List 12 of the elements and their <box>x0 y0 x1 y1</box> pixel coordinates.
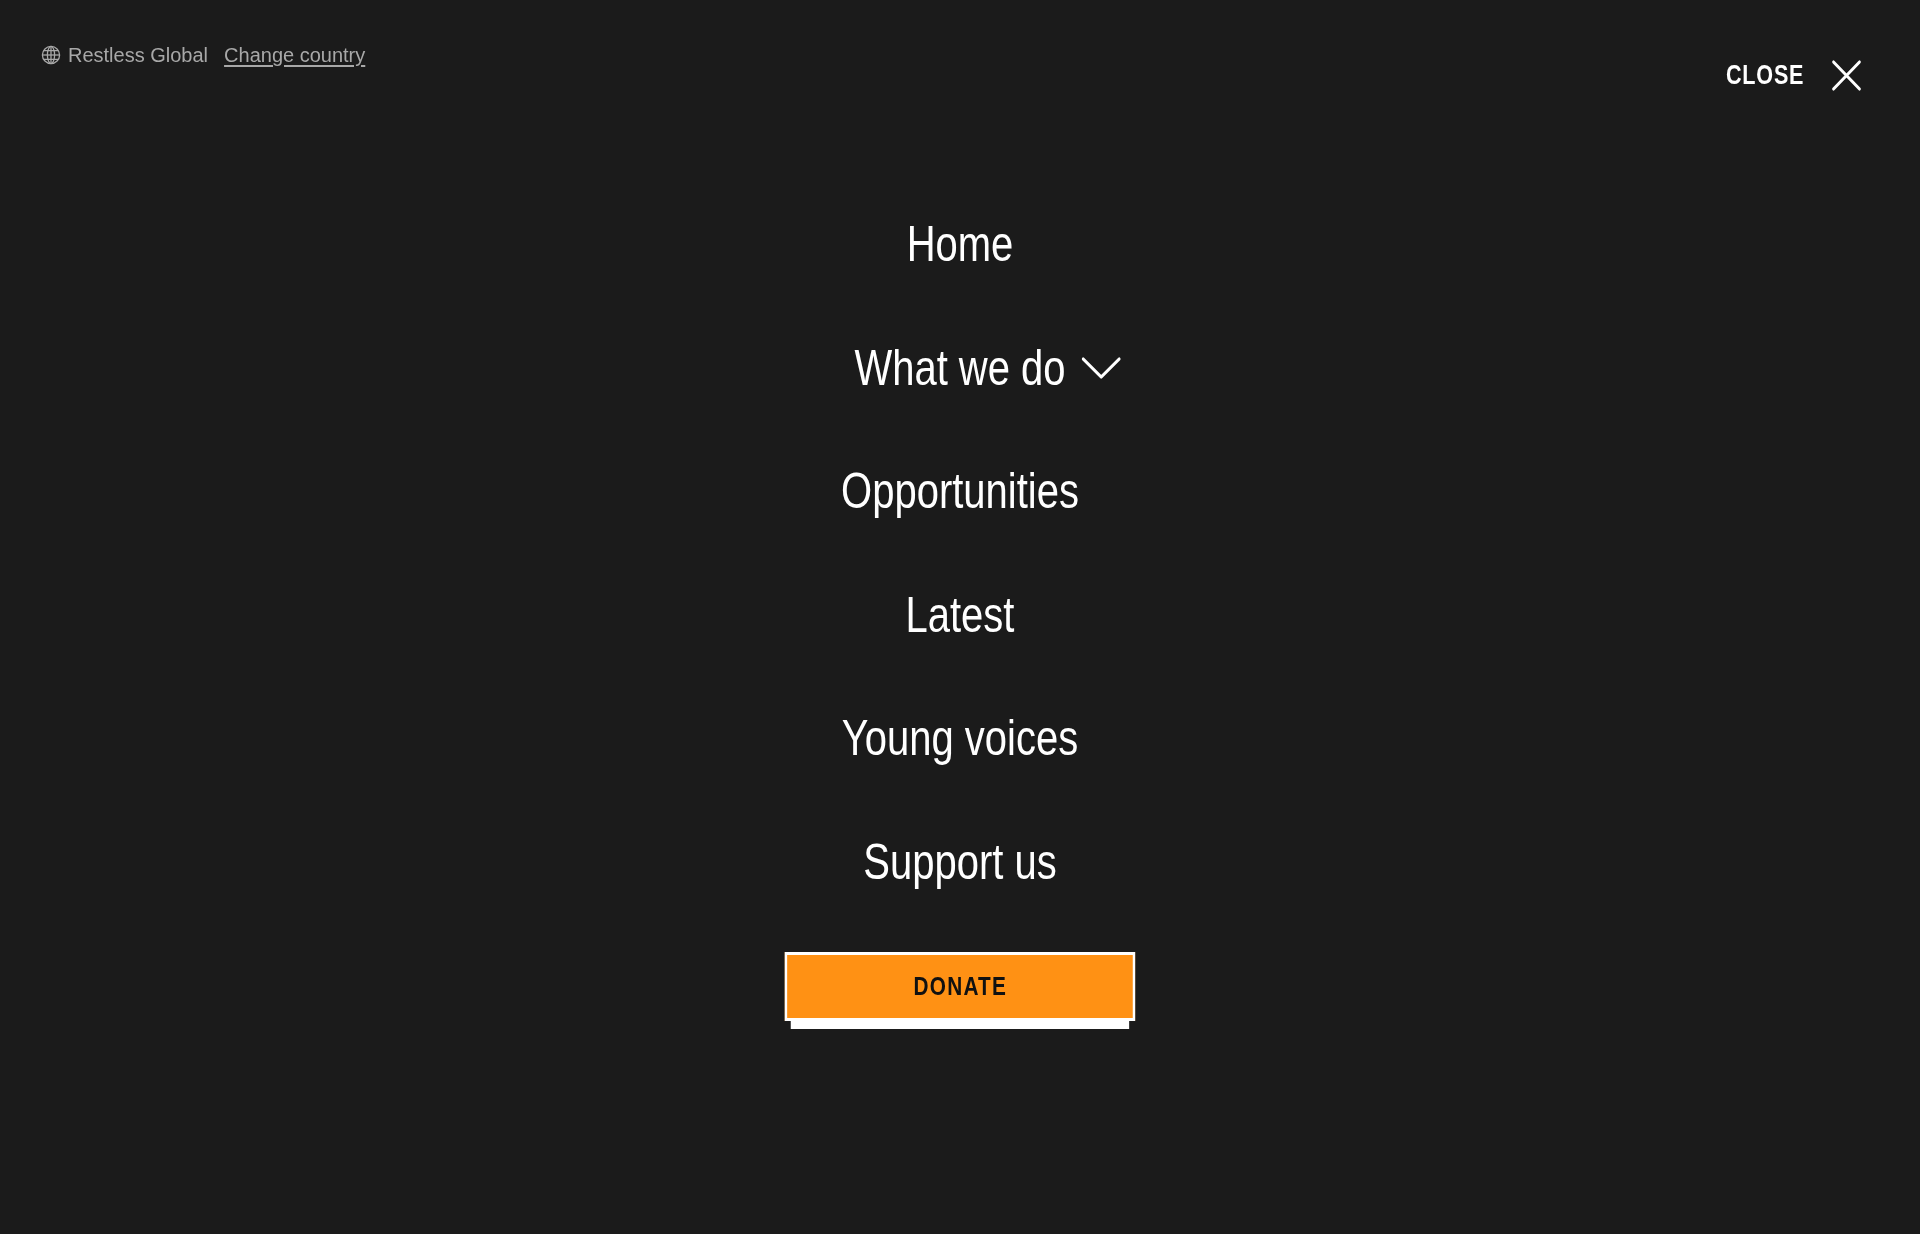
chevron-down-icon <box>1081 356 1121 379</box>
menu-link[interactable]: Latest <box>905 589 1015 640</box>
menu-link[interactable]: Support us <box>863 836 1057 887</box>
menu-link[interactable]: Young voices <box>841 713 1079 763</box>
close-button[interactable]: CLOSE <box>1726 60 1862 91</box>
menu-dropdown[interactable]: What we do <box>854 342 1121 393</box>
menu-link[interactable]: Home <box>906 219 1014 269</box>
region-label: Restless Global <box>68 43 209 67</box>
close-icon <box>1832 60 1862 91</box>
globe-icon <box>41 45 61 65</box>
menu-link[interactable]: Opportunities <box>841 466 1079 516</box>
change-country-link[interactable]: Change country <box>224 43 366 67</box>
